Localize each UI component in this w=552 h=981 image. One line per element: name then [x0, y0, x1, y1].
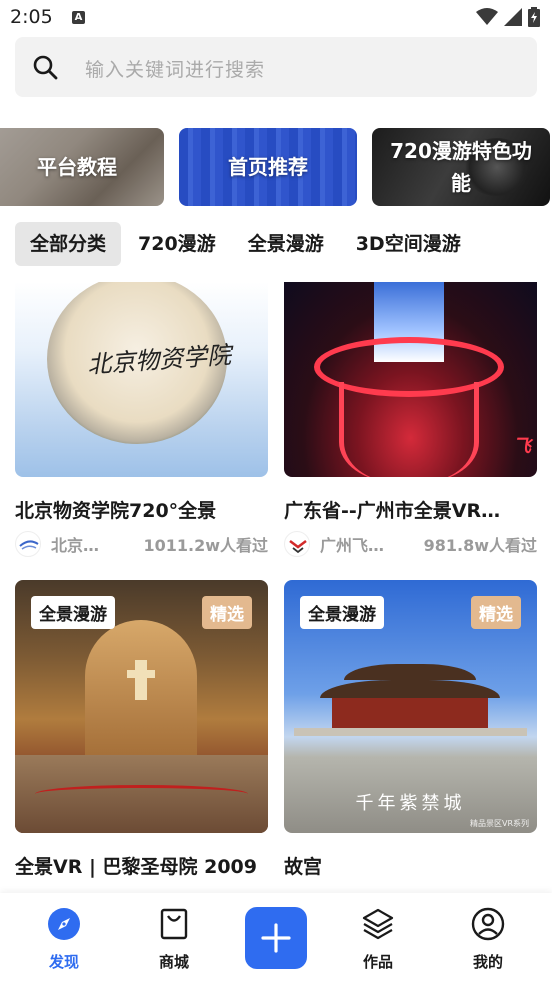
category-tag: 全景漫游 — [300, 596, 384, 629]
bottom-nav: 发现 商城 作品 我的 — [0, 893, 552, 981]
battery-icon — [528, 7, 540, 27]
view-count: 1011.2w人看过 — [143, 536, 268, 555]
banner-label: 首页推荐 — [228, 155, 308, 179]
add-button[interactable] — [245, 907, 307, 969]
signal-icon — [504, 8, 522, 26]
nav-label: 发现 — [48, 953, 79, 971]
wifi-icon — [476, 8, 498, 25]
status-time: 2:05 — [10, 6, 53, 28]
banner-720-features[interactable]: 720漫游特色功 能 — [372, 128, 550, 206]
banner-platform-tutorial[interactable]: 平台教程 — [0, 128, 164, 206]
nav-profile[interactable]: 我的 — [453, 907, 523, 972]
status-bar: 2:05 A — [0, 0, 552, 36]
tab-3d-space-tour[interactable]: 3D空间漫游 — [341, 222, 476, 266]
shopping-bag-icon — [160, 908, 188, 940]
palace-terrace — [294, 728, 527, 736]
nav-mall[interactable]: 商城 — [139, 907, 209, 972]
search-input[interactable]: 输入关键词进行搜索 — [15, 37, 537, 97]
nav-works[interactable]: 作品 — [343, 907, 413, 972]
author-name[interactable]: 广州飞… — [320, 532, 384, 556]
notification-icon: A — [72, 11, 85, 24]
layers-icon — [362, 908, 394, 940]
featured-badge: 精选 — [471, 596, 521, 629]
image-caption: 千年紫禁城 — [355, 793, 466, 814]
card-title[interactable]: 故宫 — [284, 852, 537, 879]
view-count: 981.8w人看过 — [423, 536, 537, 555]
compass-icon — [48, 908, 80, 940]
palace-wall — [332, 698, 488, 728]
category-tabs: 全部分类 720漫游 全景漫游 3D空间漫游 — [15, 222, 476, 266]
card-image-guangzhou[interactable]: 飞 — [284, 282, 537, 477]
banner-label: 平台教程 — [37, 155, 117, 179]
nav-label: 商城 — [158, 953, 189, 971]
avatar[interactable] — [15, 531, 41, 557]
image-caption-small: 精品景区VR系列 — [469, 819, 529, 828]
card-title[interactable]: 广东省--广州市全景VR… — [284, 496, 537, 523]
search-icon — [33, 55, 58, 80]
barrier-rope — [35, 785, 248, 803]
tab-720-tour[interactable]: 720漫游 — [123, 222, 231, 266]
palace-roof — [320, 680, 500, 698]
banner-label: 720漫游特色功 能 — [390, 135, 532, 199]
nav-label: 作品 — [362, 953, 393, 971]
image-watermark: 飞 — [513, 436, 531, 457]
tab-all-categories[interactable]: 全部分类 — [15, 222, 122, 266]
author-name[interactable]: 北京… — [51, 532, 115, 556]
tab-panorama-tour[interactable]: 全景漫游 — [233, 222, 339, 266]
banner-label-line2: 能 — [451, 171, 471, 195]
card-title[interactable]: 全景VR | 巴黎圣母院 2009 — [15, 852, 268, 879]
card-title[interactable]: 北京物资学院720°全景 — [15, 496, 268, 523]
avatar[interactable] — [284, 531, 310, 557]
plus-icon — [261, 923, 291, 953]
card-image-forbidden-city[interactable]: 全景漫游 精选 千年紫禁城 精品景区VR系列 — [284, 580, 537, 833]
user-icon — [471, 907, 505, 941]
banner-homepage-recommend[interactable]: 首页推荐 — [179, 128, 357, 206]
category-tag: 全景漫游 — [31, 596, 115, 629]
banner-label-line1: 720漫游特色功 — [390, 139, 532, 163]
status-icons — [476, 7, 540, 27]
nav-label: 我的 — [472, 953, 503, 971]
discover-screen: 2:05 A 输入关键词进行搜索 平台教程 首页推荐 720漫游特色功 能 全部… — [0, 0, 552, 981]
card-image-beijing[interactable]: 北京物资学院 — [15, 282, 268, 477]
cross-bar — [127, 670, 155, 678]
nav-discover[interactable]: 发现 — [29, 907, 99, 972]
cross — [135, 660, 147, 700]
search-placeholder: 输入关键词进行搜索 — [85, 59, 266, 81]
card-image-notre-dame[interactable]: 全景漫游 精选 — [15, 580, 268, 833]
card-meta: 广州飞… 981.8w人看过 — [284, 531, 537, 557]
featured-badge: 精选 — [202, 596, 252, 629]
card-meta: 北京… 1011.2w人看过 — [15, 531, 268, 557]
tower-body — [339, 382, 479, 477]
palace-upper-roof — [344, 664, 476, 680]
